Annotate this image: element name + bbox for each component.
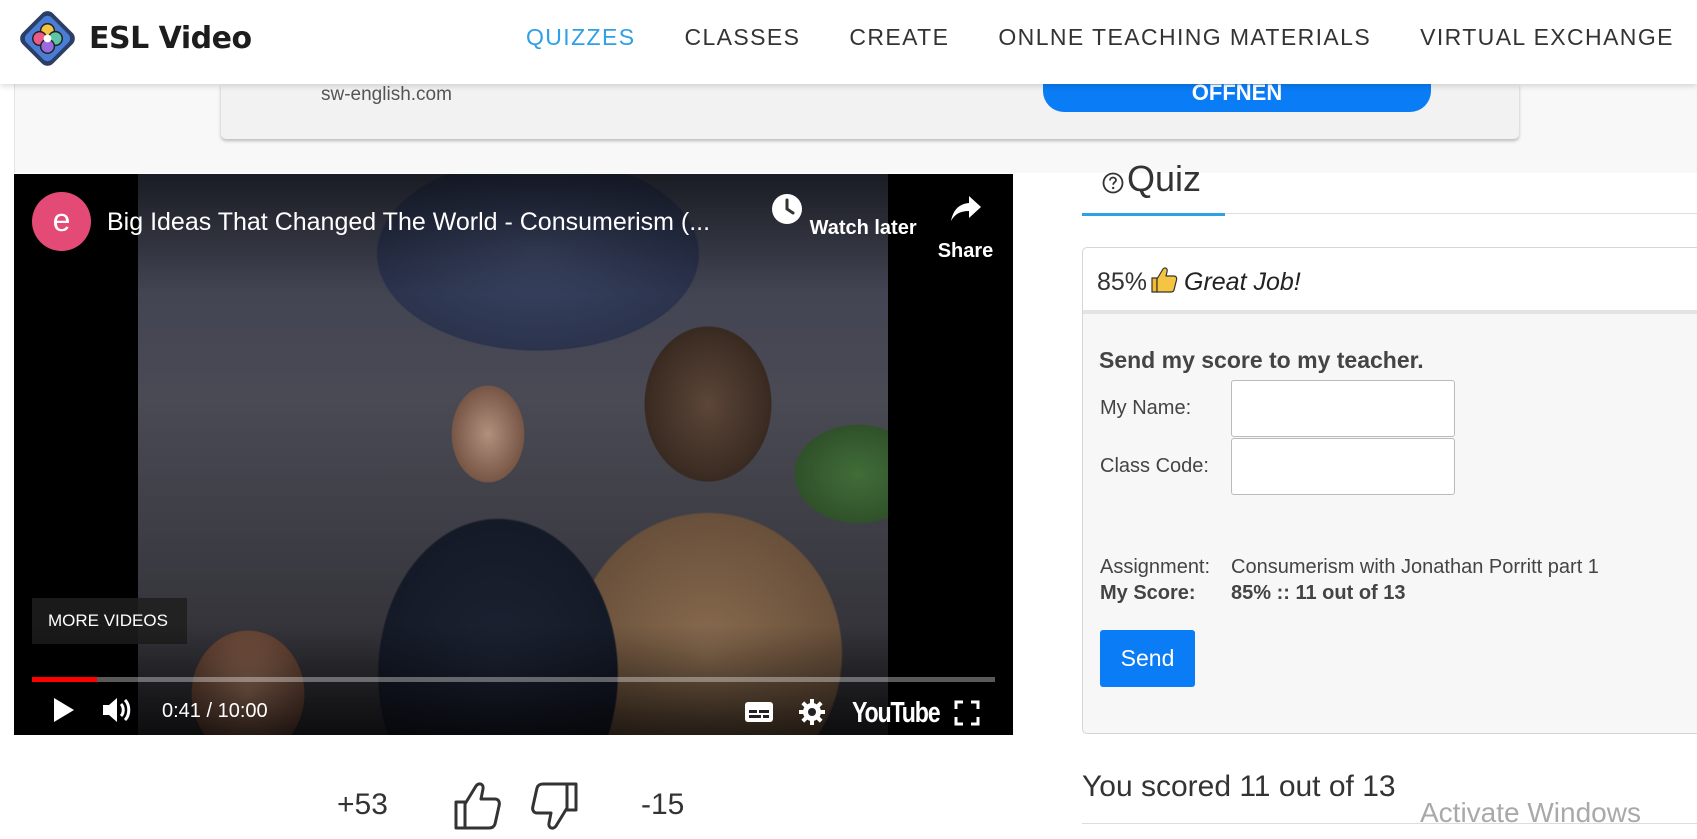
- activate-windows-watermark: Activate Windows: [1420, 797, 1641, 828]
- tab-quiz[interactable]: Quiz: [1082, 158, 1225, 216]
- name-input[interactable]: [1231, 380, 1455, 437]
- nav-create[interactable]: CREATE: [849, 24, 949, 51]
- downvote-count: -15: [641, 788, 685, 821]
- send-score-title: Send my score to my teacher.: [1099, 347, 1424, 373]
- main-nav: QUIZZES CLASSES CREATE ONLNE TEACHING MA…: [526, 24, 1697, 51]
- upvote-count: +53: [337, 788, 388, 821]
- settings-gear-icon[interactable]: [798, 698, 826, 726]
- nav-classes[interactable]: CLASSES: [684, 24, 800, 51]
- video-progress-fill: [32, 677, 98, 682]
- ad-area: sw-english.com ÖFFNEN: [14, 70, 1697, 173]
- brand-name: ESL Video: [89, 21, 252, 56]
- send-button[interactable]: Send: [1100, 630, 1195, 687]
- name-label: My Name:: [1100, 397, 1192, 419]
- clock-icon: [772, 194, 802, 224]
- score-header: 85% Great Job!: [1083, 248, 1697, 314]
- class-code-input[interactable]: [1231, 438, 1455, 495]
- question-circle-icon: [1102, 172, 1124, 194]
- thumbs-up-icon[interactable]: [452, 780, 502, 832]
- ad-domain: sw-english.com: [321, 84, 452, 105]
- share-button[interactable]: Share: [918, 192, 1013, 263]
- logo-icon: [20, 11, 75, 66]
- vote-bar: +53 -15: [0, 780, 1000, 839]
- nav-virtual-exchange[interactable]: VIRTUAL EXCHANGE: [1420, 24, 1674, 51]
- class-code-label: Class Code:: [1100, 455, 1209, 477]
- praise-text: Great Job!: [1184, 268, 1301, 296]
- video-timecode: 0:41 / 10:00: [162, 700, 268, 722]
- thumbs-up-emoji-icon: [1151, 267, 1178, 293]
- volume-icon[interactable]: [100, 694, 134, 726]
- channel-avatar[interactable]: e: [32, 192, 91, 251]
- tab-divider: [1225, 213, 1697, 214]
- score-panel: 85% Great Job! Send my score to my teach…: [1082, 247, 1697, 734]
- thumbs-down-icon[interactable]: [530, 780, 580, 832]
- youtube-logo[interactable]: YouTube: [852, 697, 941, 730]
- video-progress-bar[interactable]: [32, 677, 995, 682]
- my-score-label: My Score:: [1100, 582, 1196, 604]
- score-summary: You scored 11 out of 13: [1082, 770, 1396, 803]
- share-arrow-icon: [950, 196, 981, 221]
- nav-teaching-materials[interactable]: ONLNE TEACHING MATERIALS: [998, 24, 1371, 51]
- video-title[interactable]: Big Ideas That Changed The World - Consu…: [107, 208, 747, 237]
- ad-banner[interactable]: sw-english.com ÖFFNEN: [221, 70, 1519, 139]
- nav-quizzes[interactable]: QUIZZES: [526, 24, 635, 51]
- assignment-value: Consumerism with Jonathan Porritt part 1: [1231, 556, 1599, 578]
- fullscreen-icon[interactable]: [954, 700, 980, 726]
- my-score-value: 85% :: 11 out of 13: [1231, 582, 1406, 604]
- share-label: Share: [937, 240, 994, 262]
- video-controls: 0:41 / 10:00 YouTube: [14, 694, 1013, 730]
- top-nav: ESL Video QUIZZES CLASSES CREATE ONLNE T…: [0, 0, 1697, 84]
- watch-later-button[interactable]: Watch later: [770, 192, 917, 240]
- play-icon[interactable]: [48, 694, 78, 726]
- assignment-label: Assignment:: [1100, 556, 1211, 578]
- site-logo[interactable]: ESL Video: [18, 9, 252, 68]
- captions-icon[interactable]: [744, 700, 774, 724]
- quiz-tab-label: Quiz: [1127, 158, 1202, 199]
- video-player[interactable]: e Big Ideas That Changed The World - Con…: [14, 174, 1013, 735]
- score-percent: 85%: [1097, 268, 1148, 296]
- watch-later-label: Watch later: [809, 217, 917, 239]
